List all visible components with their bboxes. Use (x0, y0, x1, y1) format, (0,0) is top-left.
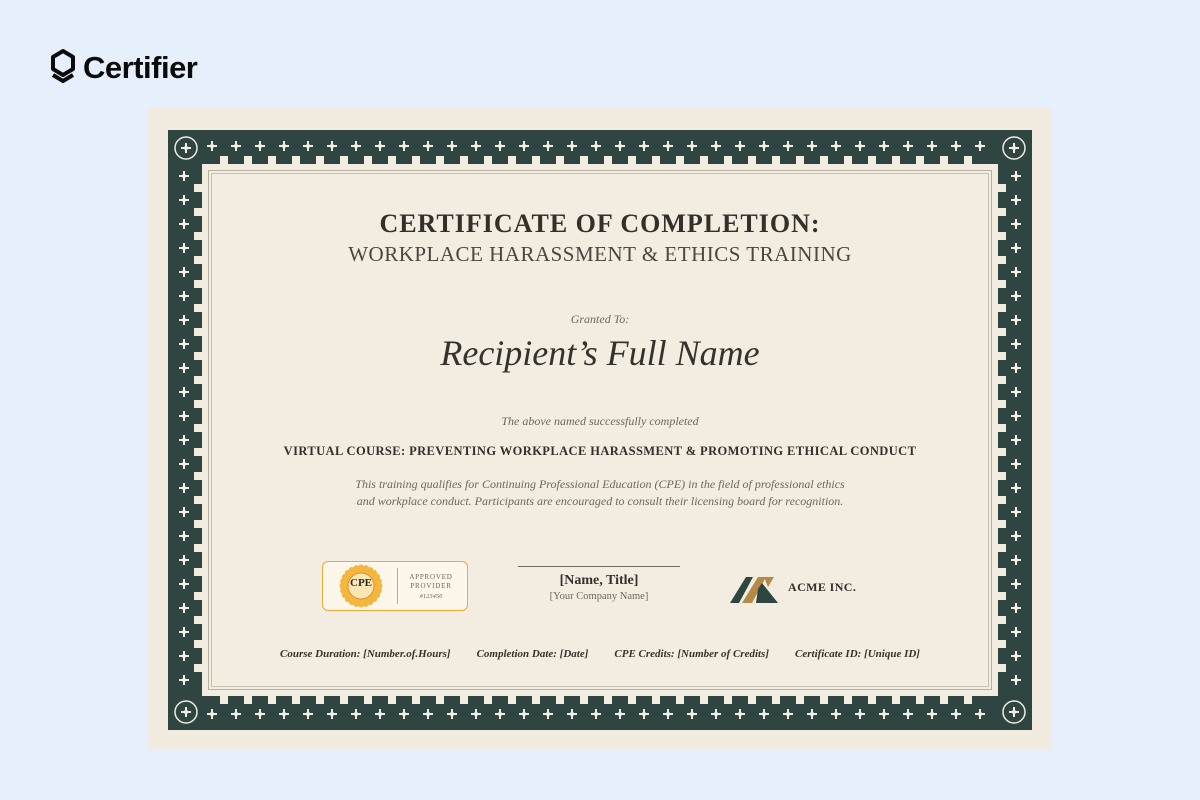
cpe-provider-badge: CPE APPROVED PROVIDER #123456 (322, 561, 468, 611)
signatory-name: [Name, Title] (559, 573, 639, 588)
company-name: ACME INC. (788, 580, 857, 594)
acme-logo-icon (730, 577, 778, 603)
brand-name: Certifier (83, 50, 198, 85)
description-line: and workplace conduct. Participants are … (356, 494, 844, 508)
course-duration: Course Duration: [Number.of.Hours] (280, 648, 451, 660)
cpe-credits: CPE Credits: [Number of Credits] (614, 648, 770, 660)
brand-logo: Certifier (50, 48, 198, 88)
certificate-title: CERTIFICATE OF COMPLETION: (379, 209, 821, 238)
provider-number: #123456 (419, 593, 443, 600)
cpe-seal-text: CPE (350, 577, 372, 589)
description-line: This training qualifies for Continuing P… (355, 477, 845, 491)
approved-text: APPROVED (409, 573, 453, 581)
certificate-id: Certificate ID: [Unique ID] (795, 648, 920, 660)
signature-line (518, 566, 680, 567)
completion-date: Completion Date: [Date] (476, 648, 589, 660)
provider-text: PROVIDER (410, 582, 452, 590)
certifier-logo-icon (51, 49, 75, 83)
certificate-body: CERTIFICATE OF COMPLETION: WORKPLACE HAR… (202, 164, 998, 696)
course-name: VIRTUAL COURSE: PREVENTING WORKPLACE HAR… (283, 444, 917, 458)
recipient-name: Recipient’s Full Name (440, 333, 760, 373)
granted-label: Granted To: (570, 312, 630, 326)
signatory-company: [Your Company Name] (549, 591, 649, 602)
course-description: This training qualifies for Continuing P… (202, 476, 998, 510)
approved-provider-label: APPROVED PROVIDER (397, 573, 465, 591)
certificate-paper: CERTIFICATE OF COMPLETION: WORKPLACE HAR… (148, 108, 1052, 750)
completion-statement: The above named successfully completed (501, 414, 699, 428)
certificate-subtitle: WORKPLACE HARASSMENT & ETHICS TRAINING (348, 242, 852, 266)
certificate-footer: Course Duration: [Number.of.Hours] Compl… (202, 648, 998, 660)
